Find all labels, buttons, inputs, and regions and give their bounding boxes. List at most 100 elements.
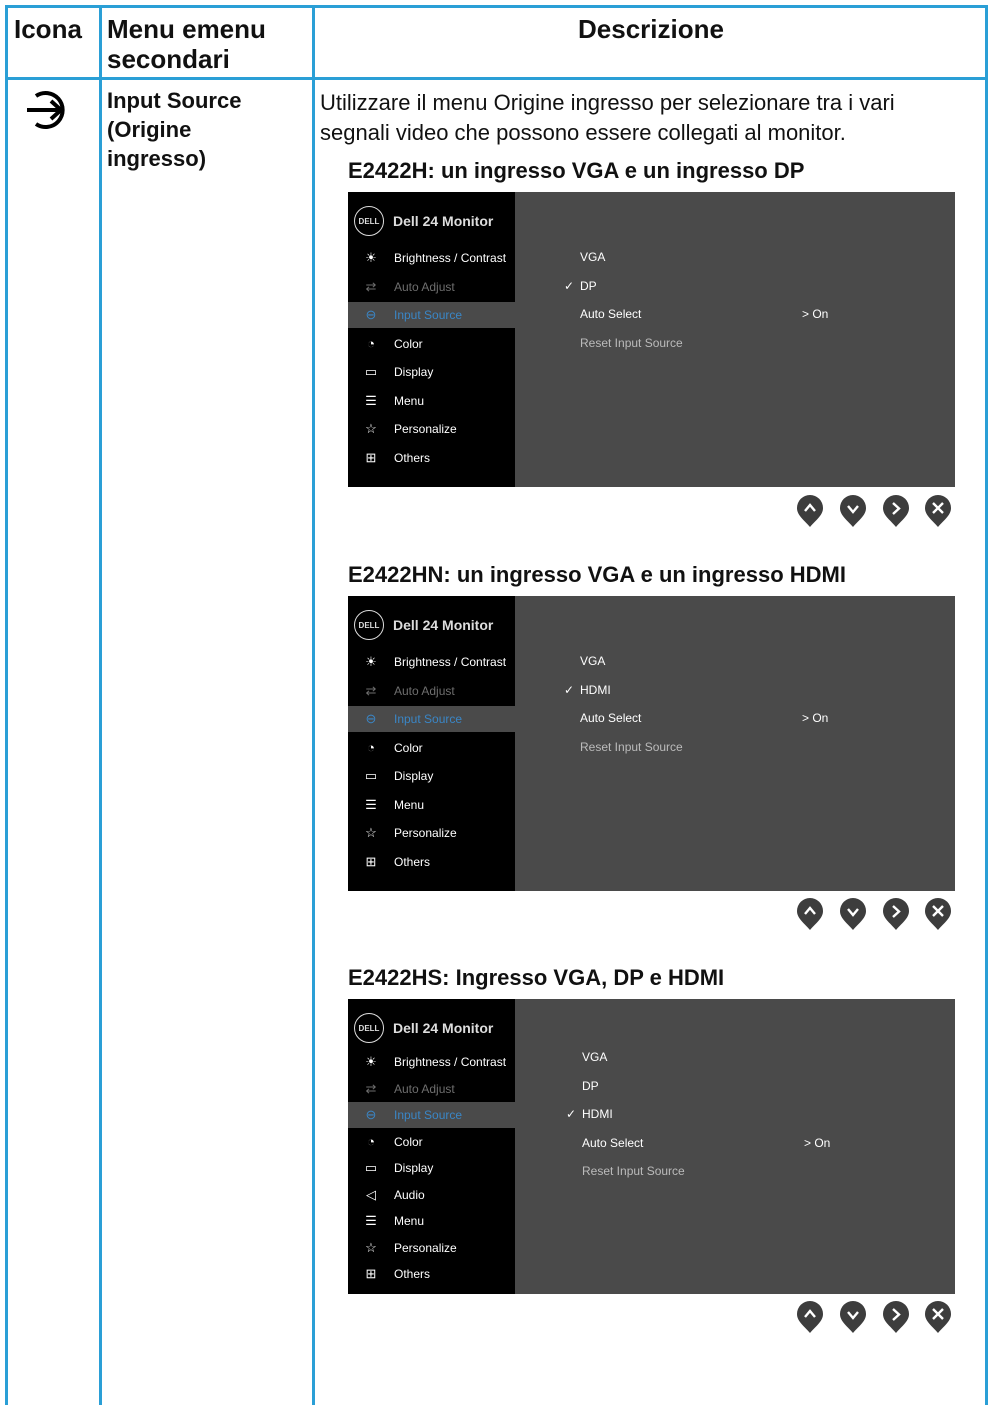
osd-option-reset-input-source[interactable]: Reset Input Source bbox=[580, 740, 683, 754]
osd-menu-label: Input Source bbox=[394, 1108, 463, 1122]
osd-option-vga[interactable]: VGA bbox=[582, 1050, 607, 1064]
down-button-icon[interactable] bbox=[839, 897, 867, 931]
up-button-icon[interactable] bbox=[796, 897, 824, 931]
osd-menu-label: Auto Adjust bbox=[394, 683, 455, 698]
osd-menu-item-display[interactable]: ▭ Display bbox=[348, 1155, 515, 1181]
osd-menu-item-menu[interactable]: ☰ Menu bbox=[348, 388, 515, 414]
others-icon: ⊞ bbox=[365, 1266, 377, 1281]
up-button-icon[interactable] bbox=[796, 494, 824, 528]
auto-adjust-icon: ⇄ bbox=[365, 278, 377, 294]
down-button-icon[interactable] bbox=[839, 494, 867, 528]
osd-option-auto-select[interactable]: Auto Select bbox=[582, 1136, 643, 1150]
close-button-icon[interactable] bbox=[924, 494, 952, 528]
section-title: E2422HS: Ingresso VGA, DP e HDMI bbox=[348, 965, 725, 990]
osd-option-auto-select[interactable]: Auto Select bbox=[580, 711, 641, 725]
osd-menu-label: Others bbox=[394, 1267, 431, 1281]
osd-menu-item-display[interactable]: ▭ Display bbox=[348, 763, 515, 789]
others-icon: ⊞ bbox=[365, 449, 377, 465]
description-text: Utilizzare il menu Origine ingresso per … bbox=[320, 88, 970, 148]
osd-menu-item-color[interactable]: ◔ Color bbox=[348, 735, 515, 761]
osd-menu-item-others[interactable]: ⊞ Others bbox=[348, 849, 515, 875]
personalize-icon: ☆ bbox=[365, 421, 377, 436]
osd-menu-label: Brightness / Contrast bbox=[394, 655, 507, 669]
auto-adjust-icon: ⇄ bbox=[365, 682, 377, 698]
osd-menu-item-brightness-contrast[interactable]: ☀ Brightness / Contrast bbox=[348, 649, 515, 675]
osd-menu-item-personalize[interactable]: ☆ Personalize bbox=[348, 416, 515, 442]
input-source-icon bbox=[27, 91, 65, 129]
check-icon: ✓ bbox=[564, 682, 575, 697]
osd-option-dp[interactable]: DP bbox=[580, 279, 597, 293]
osd-option-vga[interactable]: VGA bbox=[580, 654, 605, 668]
personalize-icon: ☆ bbox=[365, 825, 377, 840]
input-source-icon: ⊖ bbox=[365, 1107, 377, 1122]
others-icon: ⊞ bbox=[365, 853, 377, 869]
header-menu-line2: secondari bbox=[107, 44, 230, 74]
dell-logo-icon: DELL bbox=[354, 610, 384, 640]
osd-header: DELL Dell 24 Monitor bbox=[354, 610, 493, 640]
osd-option-hdmi[interactable]: HDMI bbox=[582, 1107, 613, 1121]
osd-menu-label: Color bbox=[394, 1134, 423, 1149]
osd-menu-item-auto-adjust[interactable]: ⇄ Auto Adjust bbox=[348, 1076, 515, 1102]
osd-option-vga[interactable]: VGA bbox=[580, 250, 605, 264]
osd-menu-label: Auto Adjust bbox=[394, 1081, 455, 1096]
osd-menu-label: Personalize bbox=[394, 422, 457, 436]
osd-menu-item-audio[interactable]: ◁ Audio bbox=[348, 1182, 515, 1208]
osd-menu-item-menu[interactable]: ☰ Menu bbox=[348, 1208, 515, 1234]
osd-menu-item-auto-adjust[interactable]: ⇄ Auto Adjust bbox=[348, 274, 515, 300]
auto-select-value: > On bbox=[804, 1135, 831, 1150]
check-icon: ✓ bbox=[564, 278, 575, 293]
osd-menu-item-input-source[interactable]: ⊖ Input Source bbox=[348, 706, 515, 732]
osd-option-reset-input-source[interactable]: Reset Input Source bbox=[580, 336, 683, 350]
osd-menu-label: Others bbox=[394, 854, 431, 869]
input-source-icon: ⊖ bbox=[365, 711, 377, 726]
osd-option-dp[interactable]: DP bbox=[582, 1079, 599, 1093]
osd-menu-item-display[interactable]: ▭ Display bbox=[348, 359, 515, 385]
osd-header: DELL Dell 24 Monitor bbox=[354, 1013, 493, 1043]
osd-title: Dell 24 Monitor bbox=[393, 213, 494, 229]
osd-menu-label: Brightness / Contrast bbox=[394, 251, 507, 265]
osd-option-hdmi[interactable]: HDMI bbox=[580, 683, 611, 697]
osd-menu-label: Brightness / Contrast bbox=[394, 1055, 507, 1069]
auto-select-value: > On bbox=[802, 711, 829, 725]
personalize-icon: ☆ bbox=[365, 1239, 377, 1255]
osd-menu-label: Input Source bbox=[394, 712, 463, 726]
osd-menu-item-input-source[interactable]: ⊖ Input Source bbox=[348, 302, 515, 328]
close-button-icon[interactable] bbox=[924, 1300, 952, 1334]
osd-menu-item-brightness-contrast[interactable]: ☀ Brightness / Contrast bbox=[348, 1049, 515, 1075]
right-button-icon[interactable] bbox=[882, 494, 910, 528]
osd-menu-item-color[interactable]: ◔ Color bbox=[348, 331, 515, 357]
osd-menu-item-input-source[interactable]: ⊖ Input Source bbox=[348, 1102, 515, 1128]
osd-menu-item-auto-adjust[interactable]: ⇄ Auto Adjust bbox=[348, 678, 515, 704]
color-icon: ◔ bbox=[367, 1134, 375, 1149]
down-button-icon[interactable] bbox=[839, 1300, 867, 1334]
display-icon: ▭ bbox=[364, 768, 378, 783]
description-line2: segnali video che possono essere collega… bbox=[320, 120, 846, 145]
osd-menu-item-brightness-contrast[interactable]: ☀ Brightness / Contrast bbox=[348, 245, 515, 271]
osd-menu-label: Menu bbox=[394, 797, 425, 812]
osd-menu-item-others[interactable]: ⊞ Others bbox=[348, 445, 515, 471]
auto-adjust-icon: ⇄ bbox=[365, 1080, 377, 1096]
osd-menu-item-personalize[interactable]: ☆ Personalize bbox=[348, 820, 515, 846]
right-button-icon[interactable] bbox=[882, 897, 910, 931]
osd-option-auto-select[interactable]: Auto Select bbox=[580, 307, 641, 321]
table-header-divider bbox=[5, 77, 988, 80]
input-source-icon: ⊖ bbox=[365, 307, 377, 322]
menu-icon: ☰ bbox=[365, 796, 377, 812]
section-title: E2422HN: un ingresso VGA e un ingresso H… bbox=[348, 562, 846, 587]
osd-menu-label: Auto Adjust bbox=[394, 279, 455, 294]
osd-menu-item-menu[interactable]: ☰ Menu bbox=[348, 792, 515, 818]
osd-menu-item-personalize[interactable]: ☆ Personalize bbox=[348, 1235, 515, 1261]
osd-menu-item-others[interactable]: ⊞ Others bbox=[348, 1261, 515, 1287]
header-menu-line1: Menu emenu bbox=[107, 14, 266, 44]
close-button-icon[interactable] bbox=[924, 897, 952, 931]
osd-menu-label: Input Source bbox=[394, 308, 463, 322]
osd-option-reset-input-source[interactable]: Reset Input Source bbox=[582, 1164, 685, 1178]
osd-menu-label: Display bbox=[394, 769, 434, 783]
table-border-top bbox=[5, 5, 988, 8]
header-description: Descrizione bbox=[578, 14, 724, 44]
osd-menu-item-color[interactable]: ◔ Color bbox=[348, 1129, 515, 1155]
up-button-icon[interactable] bbox=[796, 1300, 824, 1334]
osd-menu-label: Color bbox=[394, 336, 423, 351]
dell-logo-icon: DELL bbox=[354, 206, 384, 236]
right-button-icon[interactable] bbox=[882, 1300, 910, 1334]
